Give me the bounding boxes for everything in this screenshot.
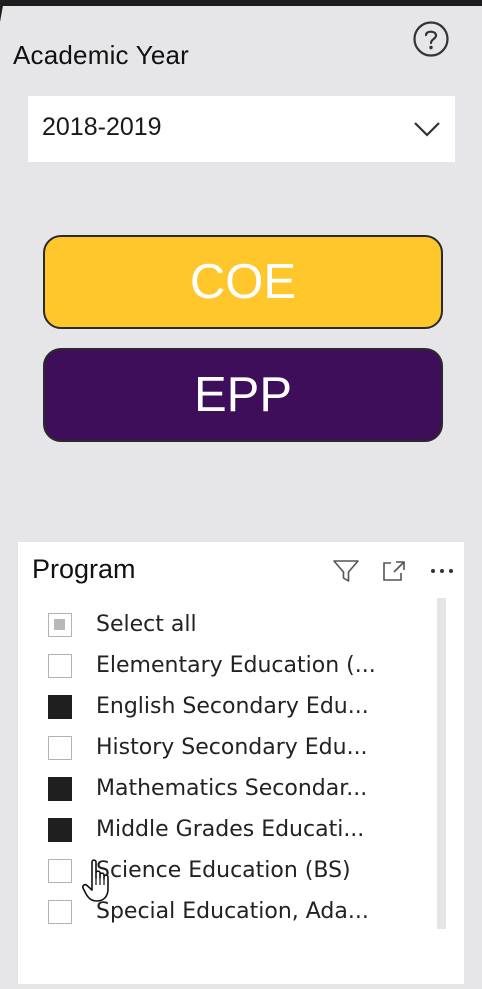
list-item-label: Middle Grades Educati... bbox=[96, 817, 365, 842]
slicer-toolbar bbox=[332, 558, 456, 584]
list-item[interactable]: History Secondary Edu... bbox=[48, 727, 448, 768]
program-list: Select all Elementary Education (... Eng… bbox=[48, 604, 448, 932]
select-all-item[interactable]: Select all bbox=[48, 604, 448, 645]
coe-button[interactable]: COE bbox=[43, 235, 443, 329]
checkbox-unchecked[interactable] bbox=[48, 653, 72, 678]
checkbox-unchecked[interactable] bbox=[48, 899, 72, 924]
epp-button[interactable]: EPP bbox=[43, 348, 443, 442]
chevron-down-icon bbox=[414, 122, 440, 137]
list-scrollbar[interactable] bbox=[437, 598, 446, 929]
list-item-label: English Secondary Edu... bbox=[96, 694, 369, 719]
checkbox-checked[interactable] bbox=[48, 817, 72, 842]
list-item-label: Science Education (BS) bbox=[96, 858, 351, 883]
program-slicer: Program Select all Elementary Education … bbox=[18, 542, 464, 984]
academic-year-label: Academic Year bbox=[13, 40, 190, 70]
program-slicer-title: Program bbox=[32, 554, 136, 584]
report-panel: Academic Year 2018-2019 COE EPP Program bbox=[0, 0, 482, 989]
academic-year-value: 2018-2019 bbox=[42, 113, 162, 141]
help-circle-icon[interactable] bbox=[412, 20, 450, 58]
more-options-icon[interactable] bbox=[428, 558, 456, 584]
checkbox-checked[interactable] bbox=[48, 694, 72, 719]
checkbox-unchecked[interactable] bbox=[48, 735, 72, 760]
list-item[interactable]: Middle Grades Educati... bbox=[48, 809, 448, 850]
list-item[interactable]: Special Education, Ada... bbox=[48, 891, 448, 932]
focus-mode-icon[interactable] bbox=[380, 558, 408, 584]
list-item-label: History Secondary Edu... bbox=[96, 735, 368, 760]
checkbox-partial[interactable] bbox=[48, 612, 72, 637]
window-corner bbox=[0, 0, 4, 22]
coe-button-label: COE bbox=[189, 255, 297, 309]
list-item[interactable]: Elementary Education (... bbox=[48, 645, 448, 686]
list-item-label: Mathematics Secondar... bbox=[96, 776, 368, 801]
checkbox-unchecked[interactable] bbox=[48, 858, 72, 883]
checkbox-checked[interactable] bbox=[48, 776, 72, 801]
filter-icon[interactable] bbox=[332, 558, 360, 584]
list-item-label: Elementary Education (... bbox=[96, 653, 376, 678]
list-item-label: Special Education, Ada... bbox=[96, 899, 369, 924]
academic-year-dropdown[interactable]: 2018-2019 bbox=[28, 96, 455, 162]
window-top-edge bbox=[0, 0, 482, 6]
list-item-label: Select all bbox=[96, 612, 197, 637]
list-item[interactable]: Science Education (BS) bbox=[48, 850, 448, 891]
list-item[interactable]: Mathematics Secondar... bbox=[48, 768, 448, 809]
list-item[interactable]: English Secondary Edu... bbox=[48, 686, 448, 727]
epp-button-label: EPP bbox=[193, 368, 293, 422]
